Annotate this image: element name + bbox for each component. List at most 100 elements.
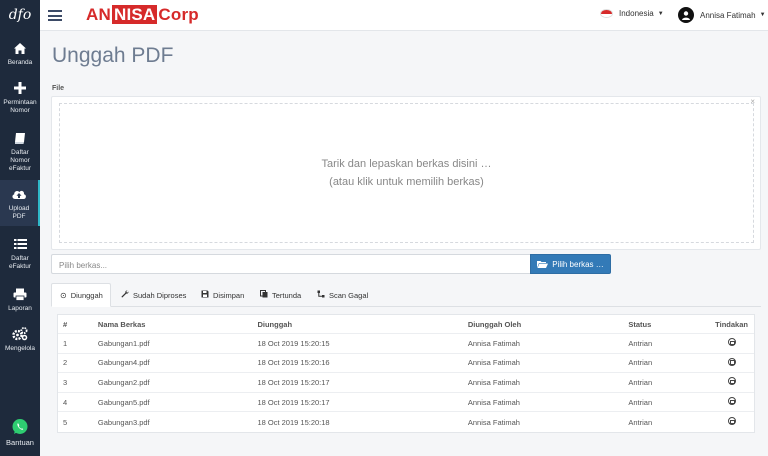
column-header[interactable]: Nama Berkas: [93, 320, 253, 329]
tab-diunggah[interactable]: ⊙ Diunggah: [51, 283, 111, 307]
upload-date: 18 Oct 2019 15:20:17: [257, 377, 330, 387]
column-header[interactable]: Status: [623, 320, 709, 329]
upload-date: 18 Oct 2019 15:20:15: [257, 338, 330, 348]
table-row[interactable]: 5 Gabungan3.pdf 18 Oct 2019 15:20:18 Ann…: [58, 412, 754, 432]
sidebar-item-label: Daftar Nomor eFaktur: [8, 149, 32, 172]
gears-icon: [12, 326, 28, 342]
drop-zone-hint: (atau klik untuk memilih berkas): [329, 176, 484, 188]
sidebar-item-label: Beranda: [7, 59, 33, 66]
sidebar-item-daftar-nomor-efaktur[interactable]: Daftar Nomor eFaktur: [0, 124, 40, 176]
sidebar-item-daftar-efaktur[interactable]: Daftar eFaktur: [0, 230, 40, 274]
row-number: 2: [63, 358, 68, 368]
sidebar-item-upload-pdf[interactable]: Upload PDF: [0, 180, 40, 226]
sidebar-item-label: Upload PDF: [8, 205, 30, 220]
uploaded-by: Annisa Fatimah: [467, 377, 520, 387]
circle-dot-icon: ⊙: [60, 290, 67, 300]
list-icon: [12, 236, 28, 252]
indonesia-flag-icon: [600, 9, 613, 18]
table-row[interactable]: 4 Gabungan5.pdf 18 Oct 2019 15:20:17 Ann…: [58, 393, 754, 413]
page-title: Unggah PDF: [52, 44, 174, 67]
status-text: Antrian: [628, 417, 653, 427]
view-action-icon[interactable]: [727, 357, 736, 366]
brand-part-3: Corp: [158, 5, 199, 24]
sidebar-item-permintaan-nomor[interactable]: Permintaan Nomor: [0, 74, 40, 118]
language-label: Indonesia: [619, 9, 654, 18]
flow-icon: [317, 290, 325, 300]
table-body: 1 Gabungan1.pdf 18 Oct 2019 15:20:15 Ann…: [58, 334, 754, 432]
tab-label: Sudah Diproses: [133, 290, 187, 300]
table-row[interactable]: 1 Gabungan1.pdf 18 Oct 2019 15:20:15 Ann…: [58, 334, 754, 354]
tab-label: Diunggah: [70, 290, 103, 300]
caret-down-icon: ▼: [759, 12, 766, 18]
status-text: Antrian: [628, 377, 653, 387]
table-header-row: # Nama Berkas Diunggah Diunggah Oleh Sta…: [58, 315, 754, 334]
file-name-input[interactable]: Pilih berkas...: [51, 254, 530, 274]
book-icon: [12, 130, 28, 146]
language-selector[interactable]: Indonesia ▼: [600, 9, 664, 18]
table-row[interactable]: 3 Gabungan2.pdf 18 Oct 2019 15:20:17 Ann…: [58, 373, 754, 393]
file-drop-zone[interactable]: Tarik dan lepaskan berkas disini … (atau…: [59, 103, 754, 243]
status-text: Antrian: [628, 397, 653, 407]
column-header[interactable]: Diunggah Oleh: [463, 320, 624, 329]
cloud-upload-icon: [11, 186, 27, 202]
sidebar-item-beranda[interactable]: Beranda: [0, 34, 40, 70]
sidebar-item-label: Bantuan: [6, 438, 34, 447]
tab-tertunda[interactable]: Tertunda: [252, 283, 309, 307]
view-action-icon[interactable]: [727, 377, 736, 386]
print-icon: [12, 286, 28, 302]
uploaded-by: Annisa Fatimah: [467, 358, 520, 368]
uploaded-by: Annisa Fatimah: [467, 417, 520, 427]
row-number: 1: [63, 338, 68, 348]
row-number: 5: [63, 417, 68, 427]
browse-file-button[interactable]: Pilih berkas …: [530, 254, 611, 274]
file-drop-zone-container: × Tarik dan lepaskan berkas disini … (at…: [51, 96, 761, 250]
upload-date: 18 Oct 2019 15:20:17: [257, 397, 330, 407]
tab-disimpan[interactable]: Disimpan: [193, 283, 252, 307]
column-header[interactable]: #: [58, 320, 93, 329]
view-action-icon[interactable]: [727, 338, 736, 347]
column-header[interactable]: Diunggah: [252, 320, 462, 329]
sidebar-item-label: Permintaan Nomor: [3, 99, 37, 114]
brand-logo[interactable]: AN NISA Corp: [86, 5, 199, 25]
uploaded-files-table: # Nama Berkas Diunggah Diunggah Oleh Sta…: [57, 314, 755, 433]
user-name: Annisa Fatimah: [700, 10, 756, 20]
tab-sudah-diproses[interactable]: Sudah Diproses: [113, 283, 194, 307]
app-logo[interactable]: dfo: [0, 0, 40, 30]
sidebar-item-label: Laporan: [8, 305, 32, 312]
sidebar-item-bantuan[interactable]: Bantuan: [0, 412, 40, 452]
drop-zone-instruction: Tarik dan lepaskan berkas disini …: [321, 158, 492, 170]
upload-date: 18 Oct 2019 15:20:18: [257, 417, 330, 427]
row-number: 3: [63, 377, 68, 387]
sidebar-item-laporan[interactable]: Laporan: [0, 280, 40, 314]
tab-label: Disimpan: [213, 290, 245, 300]
sidebar-item-label: Daftar eFaktur: [8, 255, 32, 270]
upload-status-tabs: ⊙ Diunggah Sudah Diproses Disimpan Tertu…: [51, 283, 761, 307]
column-header: Tindakan: [715, 319, 748, 329]
row-number: 4: [63, 397, 68, 407]
sidebar-item-mengelola[interactable]: Mengelola: [0, 320, 40, 354]
file-name: Gabungan2.pdf: [97, 377, 150, 387]
uploaded-by: Annisa Fatimah: [467, 397, 520, 407]
save-icon: [201, 290, 209, 300]
file-name: Gabungan5.pdf: [97, 397, 150, 407]
menu-toggle-icon[interactable]: [48, 10, 62, 22]
file-label: File: [52, 85, 65, 92]
tab-label: Scan Gagal: [329, 290, 369, 300]
table-row[interactable]: 2 Gabungan4.pdf 18 Oct 2019 15:20:16 Ann…: [58, 354, 754, 374]
sidebar-item-label: Mengelola: [5, 345, 35, 352]
view-action-icon[interactable]: [727, 417, 736, 426]
caret-down-icon: ▼: [657, 10, 664, 17]
wrench-icon: [121, 290, 129, 300]
user-avatar-icon: [678, 7, 694, 23]
file-name: Gabungan3.pdf: [97, 417, 150, 427]
folder-open-icon: [537, 261, 549, 268]
file-name: Gabungan4.pdf: [97, 358, 150, 368]
tab-label: Tertunda: [272, 290, 302, 300]
upload-date: 18 Oct 2019 15:20:16: [257, 358, 330, 368]
uploaded-by: Annisa Fatimah: [467, 338, 520, 348]
tab-scan-gagal[interactable]: Scan Gagal: [309, 283, 376, 307]
user-menu[interactable]: Annisa Fatimah ▼: [678, 7, 766, 23]
brand-part-1: AN: [86, 5, 111, 24]
whatsapp-icon: [11, 418, 29, 436]
view-action-icon[interactable]: [727, 397, 736, 406]
